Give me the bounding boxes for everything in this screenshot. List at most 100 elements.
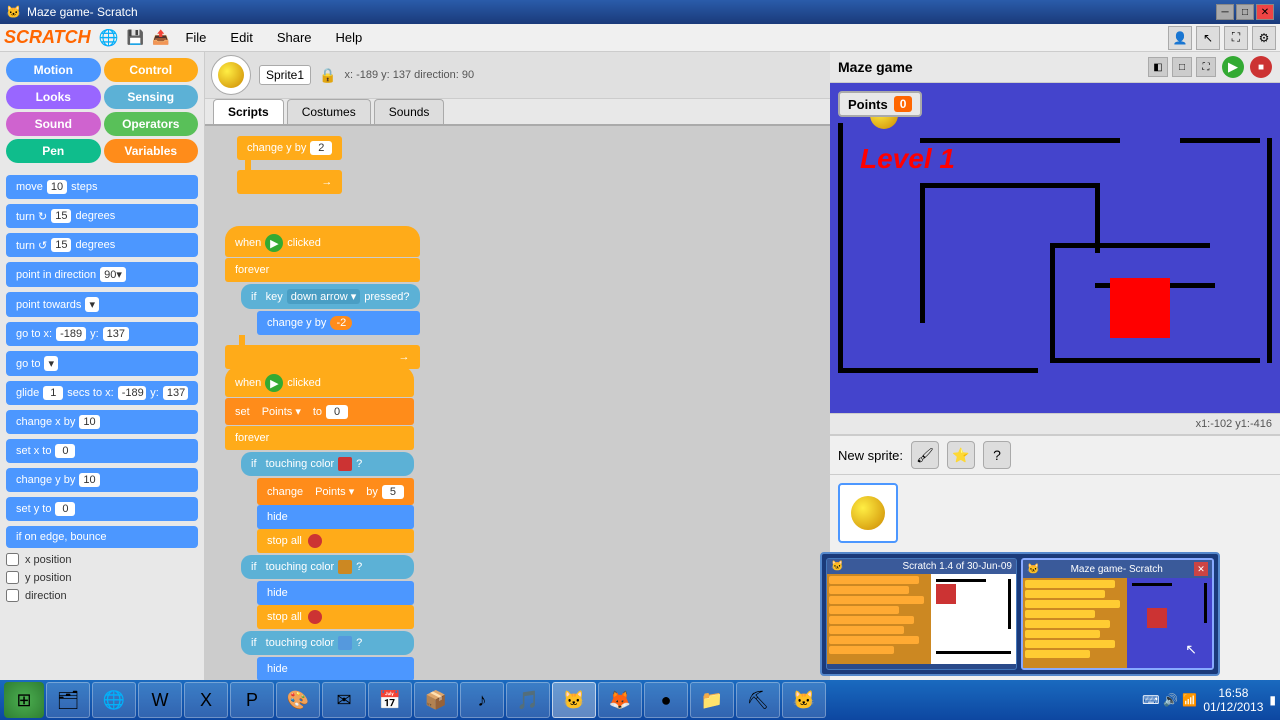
block-if-on-edge[interactable]: if on edge, bounce bbox=[6, 526, 198, 548]
paint-sprite-button[interactable]: 🖌 bbox=[911, 441, 939, 469]
block-move[interactable]: move 10 steps bbox=[6, 175, 198, 199]
block-change-x[interactable]: change x by 10 bbox=[6, 410, 198, 434]
block-point-direction[interactable]: point in direction 90▾ bbox=[6, 262, 198, 287]
block-forever-3[interactable]: forever bbox=[225, 426, 414, 450]
block-set-y[interactable]: set y to 0 bbox=[6, 497, 198, 521]
taskbar-minecraft[interactable]: ⛏ bbox=[736, 682, 780, 718]
edit-menu[interactable]: Edit bbox=[222, 28, 260, 47]
block-turn-cw[interactable]: turn ↻ 15 degrees bbox=[6, 204, 198, 228]
close-button[interactable]: ✕ bbox=[1256, 4, 1274, 20]
block-if-touch-3[interactable]: if touching color ? bbox=[241, 631, 414, 655]
stop-button[interactable]: ■ bbox=[1250, 56, 1272, 78]
taskbar-calendar[interactable]: 📅 bbox=[368, 682, 412, 718]
cat-operators[interactable]: Operators bbox=[104, 112, 199, 136]
block-stop-all-1[interactable]: stop all bbox=[257, 529, 414, 553]
script-canvas[interactable]: change y by 2 → when ▶ clicked forever bbox=[205, 126, 830, 694]
minimize-button[interactable]: ─ bbox=[1216, 4, 1234, 20]
taskbar-excel[interactable]: X bbox=[184, 682, 228, 718]
block-if-key-down[interactable]: if key down arrow ▾ pressed? bbox=[241, 284, 420, 309]
start-button[interactable]: ⊞ bbox=[4, 682, 44, 718]
help-menu[interactable]: Help bbox=[328, 28, 371, 47]
block-hide-2[interactable]: hide bbox=[257, 581, 414, 605]
block-when-clicked-3[interactable]: when ▶ clicked bbox=[225, 366, 414, 397]
taskbar-powerpoint[interactable]: P bbox=[230, 682, 274, 718]
cat-motion[interactable]: Motion bbox=[6, 58, 101, 82]
thumb-mazegame[interactable]: 🐱 Maze game- Scratch ✕ bbox=[1021, 558, 1214, 670]
taskbar-dropbox[interactable]: 📦 bbox=[414, 682, 458, 718]
if-body-3a: change Points ▾ by 5 hide stop all bbox=[257, 478, 414, 553]
block-hide-1[interactable]: hide bbox=[257, 505, 414, 529]
block-turn-ccw[interactable]: turn ↺ 15 degrees bbox=[6, 233, 198, 257]
block-change-y-neg2[interactable]: change y by -2 bbox=[257, 311, 420, 335]
taskbar-scratch[interactable]: 🐱 bbox=[552, 682, 596, 718]
green-flag-button[interactable]: ▶ bbox=[1222, 56, 1244, 78]
taskbar-ie[interactable]: 🌐 bbox=[92, 682, 136, 718]
cursor-icon[interactable]: ↖ bbox=[1196, 26, 1220, 50]
taskbar-chrome[interactable]: ● bbox=[644, 682, 688, 718]
file-menu[interactable]: File bbox=[177, 28, 214, 47]
cat-pen[interactable]: Pen bbox=[6, 139, 101, 163]
taskbar-mail[interactable]: ✉ bbox=[322, 682, 366, 718]
globe-icon[interactable]: 🌐 bbox=[99, 28, 119, 48]
question-sprite-button[interactable]: ? bbox=[983, 441, 1011, 469]
block-change-y-2[interactable]: change y by 2 bbox=[237, 136, 342, 160]
share-menu[interactable]: Share bbox=[269, 28, 320, 47]
person-icon[interactable]: 👤 bbox=[1168, 26, 1192, 50]
clock-area: 16:58 01/12/2013 bbox=[1203, 686, 1263, 714]
taskbar-word[interactable]: W bbox=[138, 682, 182, 718]
thumb-mazegame-label: Maze game- Scratch bbox=[1071, 564, 1163, 575]
block-forever-2[interactable]: forever bbox=[225, 258, 420, 282]
small-stage-button[interactable]: ◧ bbox=[1148, 57, 1168, 77]
taskbar-itunes[interactable]: 🎵 bbox=[506, 682, 550, 718]
block-go-to[interactable]: go to ▾ bbox=[6, 351, 198, 376]
block-when-clicked-2[interactable]: when ▶ clicked bbox=[225, 226, 420, 257]
taskbar-media[interactable]: ♪ bbox=[460, 682, 504, 718]
floppy-icon[interactable]: 💾 bbox=[127, 29, 144, 46]
block-set-x[interactable]: set x to 0 bbox=[6, 439, 198, 463]
taskbar-firefox[interactable]: 🦊 bbox=[598, 682, 642, 718]
large-stage-button[interactable]: □ bbox=[1172, 57, 1192, 77]
block-if-touch-2[interactable]: if touching color ? bbox=[241, 555, 414, 579]
share-icon[interactable]: 📤 bbox=[152, 29, 169, 46]
tab-scripts[interactable]: Scripts bbox=[213, 99, 284, 124]
cat-looks[interactable]: Looks bbox=[6, 85, 101, 109]
network-icon: 📶 bbox=[1182, 693, 1197, 707]
block-change-y[interactable]: change y by 10 bbox=[6, 468, 198, 492]
settings-icon[interactable]: ⚙ bbox=[1252, 26, 1276, 50]
block-stop-all-2[interactable]: stop all bbox=[257, 605, 414, 629]
block-go-to-xy[interactable]: go to x:-189 y:137 bbox=[6, 322, 198, 346]
direction-checkbox[interactable] bbox=[6, 589, 19, 602]
taskbar-files[interactable]: 📁 bbox=[690, 682, 734, 718]
thumb-mazegame-icon: 🐱 bbox=[1027, 564, 1039, 575]
maximize-button[interactable]: □ bbox=[1236, 4, 1254, 20]
taskbar-explorer[interactable]: 🗂 bbox=[46, 682, 90, 718]
taskbar-paint[interactable]: 🎨 bbox=[276, 682, 320, 718]
block-change-points-5[interactable]: change Points ▾ by 5 bbox=[257, 478, 414, 505]
sprite-thumb-1[interactable] bbox=[838, 483, 898, 543]
y-position-checkbox[interactable] bbox=[6, 571, 19, 584]
cat-sensing[interactable]: Sensing bbox=[104, 85, 199, 109]
block-glide[interactable]: glide 1 secs to x:-189 y:137 bbox=[6, 381, 198, 405]
tab-costumes[interactable]: Costumes bbox=[287, 99, 371, 124]
cat-variables[interactable]: Variables bbox=[104, 139, 199, 163]
thumb-scratch14[interactable]: 🐱 Scratch 1.4 of 30-Jun-09 bbox=[826, 558, 1017, 670]
block-point-towards[interactable]: point towards ▾ bbox=[6, 292, 198, 317]
block-if-touch-1[interactable]: if touching color ? bbox=[241, 452, 414, 476]
fullscreen-stage-button[interactable]: ⛶ bbox=[1196, 57, 1216, 77]
sprite-name[interactable]: Sprite1 bbox=[259, 65, 311, 85]
block-hide-3[interactable]: hide bbox=[257, 657, 414, 681]
thumb-scratch14-icon: 🐱 bbox=[831, 561, 843, 572]
x-position-checkbox[interactable] bbox=[6, 553, 19, 566]
tab-sounds[interactable]: Sounds bbox=[374, 99, 445, 124]
block-set-points[interactable]: set Points ▾ to 0 bbox=[225, 398, 414, 425]
block-arrow-1[interactable]: → bbox=[237, 170, 342, 194]
cat-control[interactable]: Control bbox=[104, 58, 199, 82]
thumb-mazegame-close[interactable]: ✕ bbox=[1194, 562, 1208, 576]
cat-sound[interactable]: Sound bbox=[6, 112, 101, 136]
fullscreen-icon[interactable]: ⛶ bbox=[1224, 26, 1248, 50]
taskbar-cat-app[interactable]: 🐱 bbox=[782, 682, 826, 718]
star-sprite-button[interactable]: ⭐ bbox=[947, 441, 975, 469]
forever-body-2: if key down arrow ▾ pressed? change y by… bbox=[241, 282, 420, 335]
show-desktop-icon[interactable]: ▮ bbox=[1269, 693, 1276, 707]
title-bar-controls[interactable]: ─ □ ✕ bbox=[1216, 4, 1274, 20]
